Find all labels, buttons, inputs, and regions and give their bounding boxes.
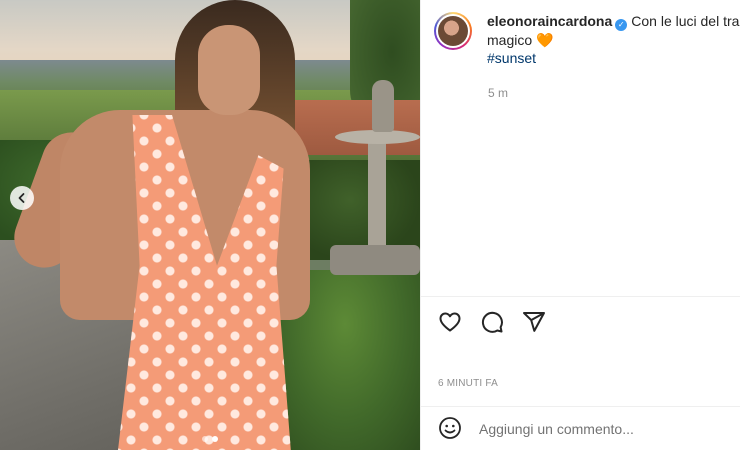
emoji-button[interactable] <box>437 416 463 442</box>
instagram-post: eleonoraincardona ✓ Con le luci del tram m… <box>0 0 740 450</box>
caption-text: Con le luci del tram <box>631 13 740 29</box>
comment-input[interactable] <box>477 416 721 442</box>
photo-fountain-base <box>330 245 420 275</box>
carousel-indicator <box>0 436 420 442</box>
orange-heart-emoji: 🧡 <box>536 32 554 48</box>
like-button[interactable] <box>437 310 463 336</box>
username-link[interactable]: eleonoraincardona <box>487 13 612 29</box>
carousel-dot-active <box>212 436 218 442</box>
photo-fountain-basin <box>335 130 420 144</box>
share-button[interactable] <box>521 310 547 336</box>
carousel-dot <box>202 436 208 442</box>
emoji-icon <box>439 417 461 439</box>
divider <box>421 406 740 407</box>
post-photo[interactable] <box>0 0 420 450</box>
avatar-photo <box>438 16 468 46</box>
heart-icon <box>439 312 461 332</box>
comment-button[interactable] <box>479 310 505 336</box>
comment-icon <box>481 311 503 333</box>
avatar[interactable] <box>434 12 472 50</box>
caption-row: eleonoraincardona ✓ Con le luci del tram m… <box>434 12 740 67</box>
photo-statue <box>372 80 394 132</box>
caption-second-line: magico 🧡 <box>487 31 740 49</box>
photo-face <box>198 25 260 115</box>
avatar-ring <box>436 14 470 48</box>
caption-timestamp: 5 m <box>488 86 509 100</box>
verified-badge-icon: ✓ <box>615 19 628 31</box>
action-bar <box>437 310 547 336</box>
post-date: 6 MINUTI FA <box>438 378 498 389</box>
photo-fountain <box>368 140 386 250</box>
comment-bar <box>421 408 740 450</box>
photo-wall <box>290 100 420 155</box>
share-icon <box>523 312 545 332</box>
carousel-prev-button[interactable] <box>10 186 34 210</box>
caption-first-line: eleonoraincardona ✓ Con le luci del tram <box>487 12 740 31</box>
caption-text-continued: magico <box>487 32 533 48</box>
post-sidebar: eleonoraincardona ✓ Con le luci del tram m… <box>420 0 740 450</box>
chevron-left-icon <box>18 193 25 203</box>
divider <box>421 296 740 297</box>
caption: eleonoraincardona ✓ Con le luci del tram m… <box>487 12 740 67</box>
hashtag-link[interactable]: #sunset <box>487 49 740 67</box>
